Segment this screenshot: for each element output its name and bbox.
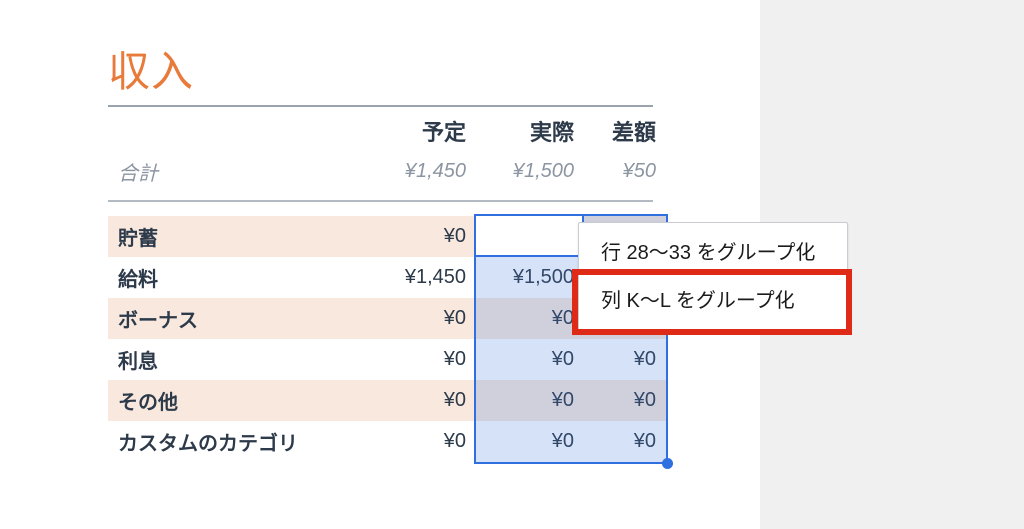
row-label[interactable]: 利息 (108, 339, 368, 380)
row-label[interactable]: カスタムのカテゴリ (108, 421, 368, 462)
header-row: 予定 実際 差額 (108, 109, 666, 153)
header-diff: 差額 (584, 109, 666, 153)
spreadsheet-area: 収入 予定 実際 差額 合計 ¥1,450 ¥1,500 ¥50 貯蓄¥0¥0給… (0, 0, 760, 462)
cell-actual[interactable]: ¥0 (476, 421, 584, 462)
row-label[interactable]: 給料 (108, 257, 368, 298)
cell-planned[interactable]: ¥0 (368, 298, 476, 339)
cell-planned[interactable]: ¥0 (368, 421, 476, 462)
summary-diff: ¥50 (584, 153, 666, 196)
context-menu[interactable]: 行 28〜33 をグループ化 列 K〜L をグループ化 (578, 222, 848, 332)
cell-actual[interactable]: ¥0 (476, 216, 584, 257)
menu-group-rows[interactable]: 行 28〜33 をグループ化 (579, 233, 847, 281)
summary-rule (108, 200, 653, 202)
summary-planned: ¥1,450 (368, 153, 476, 196)
section-title: 収入 (108, 38, 736, 99)
row-label[interactable]: その他 (108, 380, 368, 421)
cell-diff[interactable]: ¥0 (584, 380, 666, 421)
title-rule (108, 105, 653, 107)
cell-actual[interactable]: ¥1,500 (476, 257, 584, 298)
summary-row: 合計 ¥1,450 ¥1,500 ¥50 (108, 153, 666, 196)
row-label[interactable]: 貯蓄 (108, 216, 368, 257)
cell-actual[interactable]: ¥0 (476, 339, 584, 380)
cell-planned[interactable]: ¥0 (368, 339, 476, 380)
header-planned: 予定 (368, 109, 476, 153)
cell-planned[interactable]: ¥1,450 (368, 257, 476, 298)
header-label (108, 109, 368, 153)
cell-actual[interactable]: ¥0 (476, 298, 584, 339)
row-label[interactable]: ボーナス (108, 298, 368, 339)
cell-diff[interactable]: ¥0 (584, 421, 666, 462)
cell-planned[interactable]: ¥0 (368, 216, 476, 257)
menu-group-cols[interactable]: 列 K〜L をグループ化 (579, 281, 847, 321)
summary-label: 合計 (108, 153, 368, 196)
cell-planned[interactable]: ¥0 (368, 380, 476, 421)
table-row[interactable]: その他¥0¥0¥0 (108, 380, 666, 421)
table-row[interactable]: カスタムのカテゴリ¥0¥0¥0 (108, 421, 666, 462)
cell-actual[interactable]: ¥0 (476, 380, 584, 421)
summary-actual: ¥1,500 (476, 153, 584, 196)
cell-diff[interactable]: ¥0 (584, 339, 666, 380)
header-actual: 実際 (476, 109, 584, 153)
table-row[interactable]: 利息¥0¥0¥0 (108, 339, 666, 380)
